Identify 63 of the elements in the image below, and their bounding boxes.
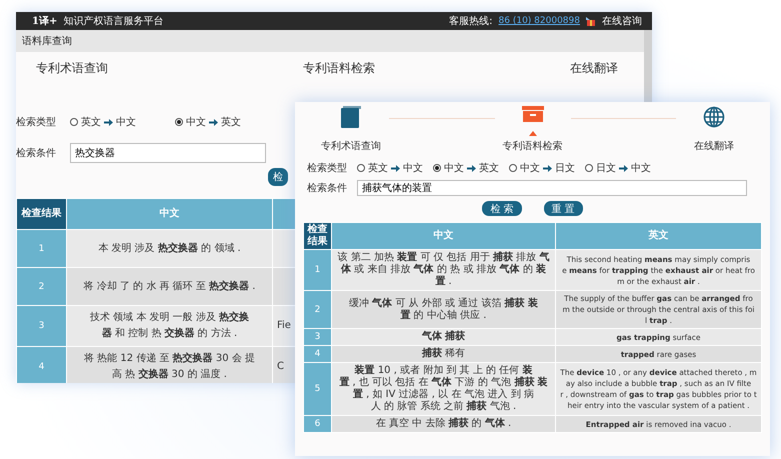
arrow-icon [619,164,628,172]
step-tab[interactable]: 专利术语查询 [313,106,389,153]
chinese-cell: 气体 捕获 [332,328,556,346]
condition-label: 检索条件 [307,182,348,195]
arrow-icon [391,164,400,172]
row-number: 4 [304,346,332,362]
search-button[interactable]: 检 索 [482,201,522,216]
row-number: 1 [304,250,332,290]
direction-radio[interactable]: 英文 中文 [70,115,175,129]
column-header: 检查结果 [16,198,66,230]
direction-radio[interactable]: 中文 日文 [509,161,585,175]
direction-radio[interactable]: 日文 中文 [585,161,661,175]
column-header: 英文 [556,222,762,250]
chinese-cell: 在 真空 中 去除 捕获 的 气体 . [332,416,556,432]
chinese-cell: 技术 领域 本 发明 一般 涉及 热交换器 和 控制 热交换器 的 方法 . [66,306,272,346]
arrow-icon [104,118,113,126]
hotline-link[interactable]: 86 (10) 82000898 [498,16,580,26]
consult-link[interactable]: 在线咨询 [602,14,642,28]
row-number: 3 [304,328,332,346]
pointer-icon [528,131,536,136]
hotline-label: 客服热线: [449,14,493,28]
globe-icon [703,106,725,128]
nav-link[interactable]: 专利语料检索 [303,60,375,77]
row-number: 2 [304,290,332,328]
search-field[interactable]: 热交换器 [70,143,266,163]
row-number: 2 [16,268,66,306]
chinese-cell: 本 发明 涉及 热交换器 的 领域 . [66,230,272,268]
arrow-icon [467,164,476,172]
chinese-cell: 该 第二 加热 装置 可 仅 包括 用于 捕获 排放 气体 或 来自 排放 气体 的 热 或 排放 气体 的 装置 . [332,250,556,290]
platform-name: 知识产权语言服务平台 [63,14,164,28]
scrollbar [644,30,652,102]
reset-button[interactable]: 重 置 [544,201,583,216]
book-icon [341,106,361,128]
arrow-icon [209,118,218,126]
row-number: 4 [16,346,66,383]
step-tab[interactable]: 在线翻译 [676,106,752,153]
direction-radio[interactable]: 英文 中文 [357,161,433,175]
gift-icon [586,16,596,26]
direction-radio[interactable]: 中文 英文 [175,115,280,129]
search-button[interactable]: 检 [268,168,288,186]
row-number: 1 [16,230,66,268]
nav-link[interactable]: 在线翻译 [570,60,618,77]
nav-link[interactable]: 专利术语查询 [36,60,108,77]
step-tab[interactable]: 专利语料检索 [494,106,570,153]
column-header: 中文 [332,222,556,250]
row-number: 3 [16,306,66,346]
chinese-cell: 将 热能 12 传递 至 热交换器 30 会 提高 热交换器 30 的 温度 . [66,346,272,383]
chinese-cell: 捕获 稀有 [332,346,556,362]
column-header: 中文 [66,198,272,230]
chinese-cell: 将 冷却 了 的 水 再 循环 至 热交换器 . [66,268,272,306]
row-number: 5 [304,362,332,416]
search-field[interactable]: 捕获气体的装置 [357,180,747,196]
search-type-label: 检索类型 [16,116,57,129]
row-number: 6 [304,416,332,432]
direction-radio[interactable]: 中文 英文 [433,161,509,175]
chinese-cell: 装置 10 , 或者 附加 到 其 上 的 任何 装置 , 也 可以 包括 在 气体 下游 的 气泡 捕获 装置 , 如 IV 过滤器 , 以 在 气泡 进入 到 病人 的 脉管 系统 之前 捕获 气泡 . [332,362,556,416]
column-header: 检查结果 [304,222,332,250]
chinese-cell: 缓冲 气体 可 从 外部 或 通过 该箔 捕获 装置 的 中心轴 供应 . [332,290,556,328]
arrow-icon [543,164,552,172]
logo: 1译+ [32,14,58,28]
menu-title: 语料库查询 [22,34,72,48]
search-type-label: 检索类型 [307,162,348,175]
condition-label: 检索条件 [16,146,57,160]
